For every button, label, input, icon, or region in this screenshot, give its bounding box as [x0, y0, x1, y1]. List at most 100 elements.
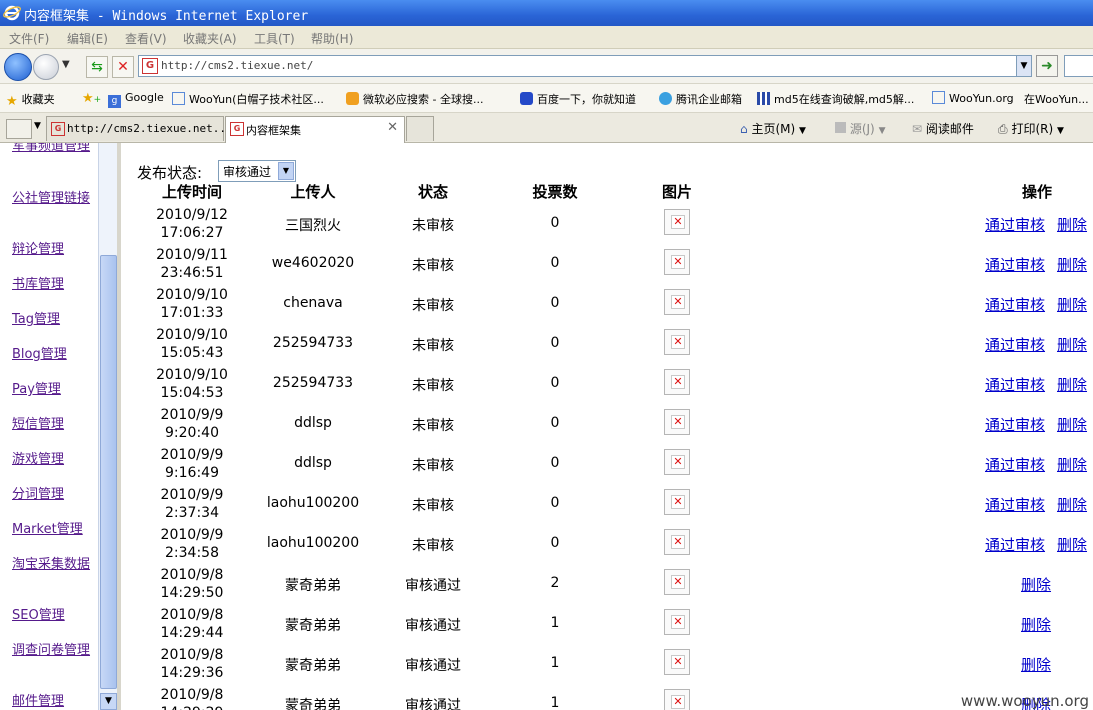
delete-link[interactable]: 删除: [1021, 614, 1051, 635]
sidebar-item-military-channel[interactable]: 军事频道管理: [12, 143, 90, 155]
nav-history-dropdown-icon[interactable]: ▼: [62, 59, 70, 70]
close-tab-icon[interactable]: ✕: [387, 120, 398, 135]
site-favicon-icon: G: [230, 122, 244, 136]
go-button[interactable]: ➜: [1036, 55, 1058, 77]
delete-link[interactable]: 删除: [1057, 454, 1087, 475]
thumbnail-image[interactable]: ✕: [664, 569, 690, 595]
delete-link[interactable]: 删除: [1021, 574, 1051, 595]
uploader-cell: 蒙奇弟弟: [285, 658, 341, 674]
new-tab-button[interactable]: [406, 116, 434, 141]
thumbnail-image[interactable]: ✕: [664, 529, 690, 555]
fav-link-google[interactable]: g Google: [108, 91, 164, 108]
sidebar-scrollbar[interactable]: ▼: [98, 143, 117, 710]
sidebar-item-seo[interactable]: SEO管理: [12, 607, 90, 624]
refresh-button[interactable]: ⇆: [86, 56, 108, 78]
delete-link[interactable]: 删除: [1057, 254, 1087, 275]
add-favorite-icon[interactable]: ★+: [82, 91, 101, 106]
sidebar-item-segmentation[interactable]: 分词管理: [12, 486, 90, 503]
scroll-down-icon[interactable]: ▼: [100, 693, 117, 710]
sidebar-item-library[interactable]: 书库管理: [12, 276, 90, 293]
thumbnail-image[interactable]: ✕: [664, 489, 690, 515]
upload-date: 2010/9/8: [160, 687, 224, 703]
feeds-button[interactable]: 源(J) ▼: [835, 120, 885, 137]
stop-button[interactable]: ✕: [112, 56, 134, 78]
tab-cms[interactable]: G http://cms2.tiexue.net...: [46, 116, 233, 141]
upload-clock-time: 23:46:51: [160, 265, 224, 281]
sidebar-item-market[interactable]: Market管理: [12, 521, 90, 538]
sidebar-item-taobao-data[interactable]: 淘宝采集数据: [12, 556, 90, 573]
approve-link[interactable]: 通过审核: [985, 374, 1045, 395]
scrollbar-thumb[interactable]: [100, 255, 117, 689]
thumbnail-image[interactable]: ✕: [664, 409, 690, 435]
approve-link[interactable]: 通过审核: [985, 294, 1045, 315]
delete-link[interactable]: 删除: [1057, 494, 1087, 515]
thumbnail-image[interactable]: ✕: [664, 249, 690, 275]
fav-link-tencent-mail[interactable]: 腾讯企业邮箱: [659, 91, 742, 107]
menu-file[interactable]: 文件(F): [9, 30, 49, 47]
sidebar-item-tag[interactable]: Tag管理: [12, 311, 90, 328]
approve-link[interactable]: 通过审核: [985, 454, 1045, 475]
approve-link[interactable]: 通过审核: [985, 534, 1045, 555]
address-dropdown-button[interactable]: ▼: [1016, 55, 1032, 77]
fav-link-wooyun-more[interactable]: 在WooYun...: [1024, 91, 1089, 107]
publish-status-select[interactable]: 审核通过 ▼: [218, 160, 296, 182]
menu-view[interactable]: 查看(V): [125, 30, 167, 47]
sidebar-item-mail[interactable]: 邮件管理: [12, 693, 90, 710]
upload-clock-time: 17:01:33: [160, 305, 224, 321]
fav-link-wooyun-org[interactable]: WooYun.org: [932, 91, 1014, 105]
approve-link[interactable]: 通过审核: [985, 414, 1045, 435]
approve-link[interactable]: 通过审核: [985, 214, 1045, 235]
thumbnail-image[interactable]: ✕: [664, 209, 690, 235]
home-button[interactable]: ⌂ 主页(M) ▼: [740, 120, 806, 137]
sidebar-item-commune-links[interactable]: 公社管理链接: [12, 190, 90, 207]
thumbnail-image[interactable]: ✕: [664, 369, 690, 395]
broken-image-icon: ✕: [671, 455, 685, 469]
menu-tools[interactable]: 工具(T): [254, 30, 295, 47]
tab-label: 内容框架集: [246, 124, 301, 137]
menu-help[interactable]: 帮助(H): [311, 30, 353, 47]
sidebar-item-pay[interactable]: Pay管理: [12, 381, 90, 398]
fav-link-baidu[interactable]: 百度一下，你就知道: [520, 91, 636, 107]
approve-link[interactable]: 通过审核: [985, 254, 1045, 275]
tab-content-frameset[interactable]: G 内容框架集 ✕: [225, 116, 405, 143]
back-button[interactable]: [4, 53, 32, 81]
sidebar-item-blog[interactable]: Blog管理: [12, 346, 90, 363]
col-header-image: 图片: [661, 183, 692, 201]
read-mail-button[interactable]: ✉ 阅读邮件: [912, 120, 974, 137]
sidebar-item-sms[interactable]: 短信管理: [12, 416, 90, 433]
delete-link[interactable]: 删除: [1057, 414, 1087, 435]
delete-link[interactable]: 删除: [1057, 534, 1087, 555]
approve-link[interactable]: 通过审核: [985, 334, 1045, 355]
thumbnail-image[interactable]: ✕: [664, 449, 690, 475]
print-button[interactable]: ⎙ 打印(R) ▼: [998, 120, 1064, 137]
delete-link[interactable]: 删除: [1057, 214, 1087, 235]
fav-link-md5[interactable]: md5在线查询破解,md5解...: [757, 91, 914, 107]
search-input[interactable]: [1064, 55, 1093, 77]
thumbnail-image[interactable]: ✕: [664, 649, 690, 675]
thumbnail-image[interactable]: ✕: [664, 289, 690, 315]
fav-link-bing[interactable]: 微软必应搜索 - 全球搜...: [346, 91, 483, 107]
thumbnail-image[interactable]: ✕: [664, 609, 690, 635]
site-favicon-icon: G: [142, 58, 158, 74]
tab-list-dropdown-icon[interactable]: ▼: [34, 121, 41, 131]
sidebar-item-survey[interactable]: 调查问卷管理: [12, 642, 90, 659]
menu-edit[interactable]: 编辑(E): [67, 30, 108, 47]
approve-link[interactable]: 通过审核: [985, 494, 1045, 515]
sidebar-item-debate[interactable]: 辩论管理: [12, 241, 90, 258]
delete-link[interactable]: 删除: [1021, 654, 1051, 675]
fav-link-wooyun[interactable]: WooYun(白帽子技术社区...: [172, 91, 324, 107]
delete-link[interactable]: 删除: [1057, 374, 1087, 395]
thumbnail-image[interactable]: ✕: [664, 689, 690, 710]
upload-time-cell: 2010/9/10 15:05:43: [141, 326, 243, 362]
broken-image-icon: ✕: [671, 495, 685, 509]
delete-link[interactable]: 删除: [1057, 334, 1087, 355]
forward-button[interactable]: [33, 54, 59, 80]
sidebar-item-games[interactable]: 游戏管理: [12, 451, 90, 468]
thumbnail-image[interactable]: ✕: [664, 329, 690, 355]
quick-tabs-icon[interactable]: [6, 119, 32, 139]
delete-link[interactable]: 删除: [1057, 294, 1087, 315]
address-input[interactable]: G http://cms2.tiexue.net/: [138, 55, 1018, 77]
upload-clock-time: 9:16:49: [165, 465, 219, 481]
favorites-button[interactable]: ★ 收藏夹: [6, 91, 55, 109]
menu-favorites[interactable]: 收藏夹(A): [183, 30, 237, 47]
